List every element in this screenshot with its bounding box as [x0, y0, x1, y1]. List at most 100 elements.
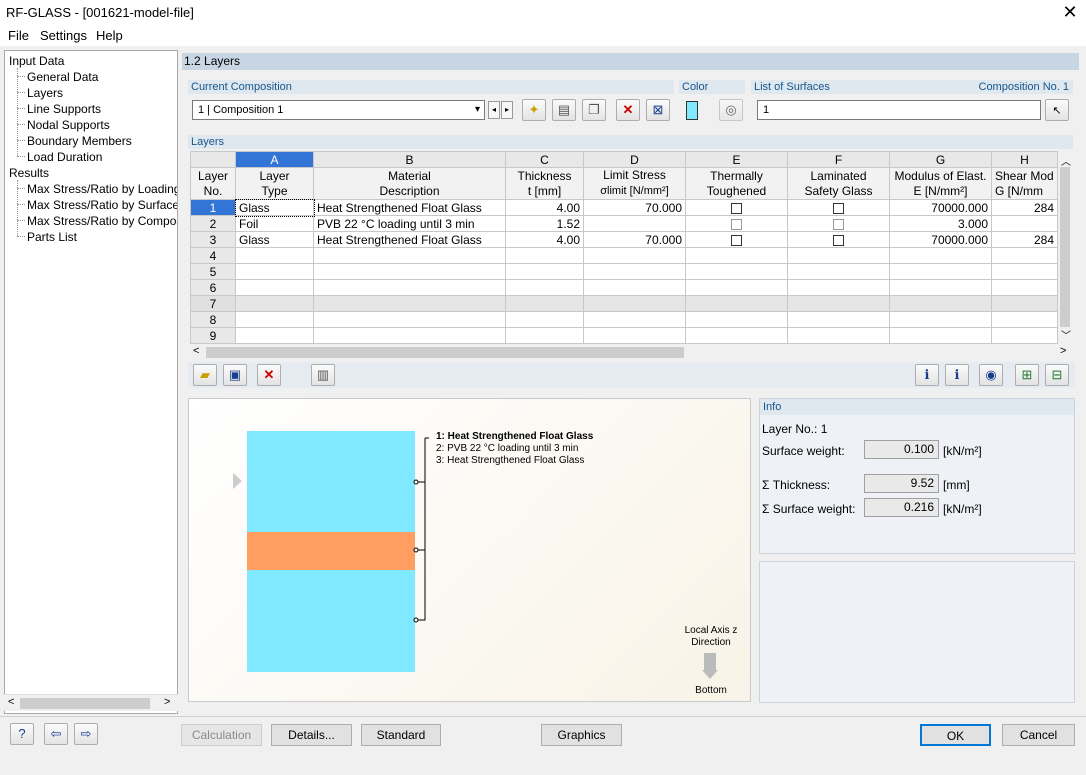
scroll-up-icon[interactable]: ︿: [1061, 153, 1071, 168]
cell-thickness[interactable]: 4.00: [505, 199, 584, 216]
cell-laminated[interactable]: [787, 295, 890, 312]
help-button[interactable]: ?: [10, 723, 34, 745]
cell-modulus[interactable]: 70000.000: [889, 231, 992, 248]
cell-modulus[interactable]: [889, 263, 992, 280]
next-composition-button[interactable]: ▸: [501, 101, 513, 119]
cell-modulus[interactable]: 3.000: [889, 215, 992, 232]
cell-thickness[interactable]: [505, 263, 584, 280]
pick-surfaces-button[interactable]: ↖: [1045, 99, 1069, 121]
color-swatch[interactable]: [686, 101, 698, 120]
tree-item-stress-surface[interactable]: Max Stress/Ratio by Surface: [27, 198, 177, 212]
cell-shear[interactable]: [991, 279, 1058, 296]
cell-thermally[interactable]: [685, 279, 788, 296]
scroll-left-icon[interactable]: <: [8, 696, 14, 708]
table-row[interactable]: 2 Foil PVB 22 °C loading until 3 min 1.52 3.…: [190, 215, 1058, 232]
cell-thermally[interactable]: [685, 215, 788, 232]
col-letter-b[interactable]: B: [313, 151, 506, 168]
prev-composition-button[interactable]: ◂: [488, 101, 500, 119]
cell-thermally[interactable]: [685, 327, 788, 344]
cell-type[interactable]: Glass: [235, 231, 314, 248]
calculation-button[interactable]: Calculation: [181, 724, 262, 746]
cell-thickness[interactable]: 4.00: [505, 231, 584, 248]
col-letter-e[interactable]: E: [685, 151, 788, 168]
checkbox[interactable]: [833, 218, 844, 230]
cell-thermally[interactable]: [685, 295, 788, 312]
cell-modulus[interactable]: [889, 311, 992, 328]
cell-laminated[interactable]: [787, 215, 890, 232]
delete-all-button[interactable]: ⊠: [646, 99, 670, 121]
tree-results[interactable]: Results: [9, 166, 49, 180]
cell-description[interactable]: [313, 295, 506, 312]
cell-shear[interactable]: [991, 327, 1058, 344]
cell-limit-stress[interactable]: [583, 263, 686, 280]
tree-horizontal-scrollbar[interactable]: < >: [4, 694, 178, 711]
cell-shear[interactable]: 284: [991, 231, 1058, 248]
details-button[interactable]: Details...: [271, 724, 352, 746]
scroll-thumb[interactable]: [20, 698, 150, 709]
tree-item-general-data[interactable]: General Data: [27, 70, 98, 84]
cell-thickness[interactable]: [505, 247, 584, 264]
col-letter-a[interactable]: A: [235, 151, 314, 168]
cell-type[interactable]: [235, 327, 314, 344]
table-row[interactable]: 4: [190, 247, 1058, 264]
cell-thermally[interactable]: [685, 231, 788, 248]
checkbox[interactable]: [833, 202, 844, 214]
hscroll-thumb[interactable]: [206, 347, 684, 358]
close-icon[interactable]: ✕: [1060, 2, 1080, 22]
tree-item-line-supports[interactable]: Line Supports: [27, 102, 101, 116]
cell-description[interactable]: [313, 279, 506, 296]
cell-shear[interactable]: [991, 263, 1058, 280]
cell-type[interactable]: [235, 247, 314, 264]
cell-type[interactable]: Glass: [234, 198, 315, 217]
vscroll-thumb[interactable]: [1060, 167, 1070, 327]
scroll-down-icon[interactable]: ﹀: [1061, 327, 1071, 342]
cell-type[interactable]: [235, 263, 314, 280]
tree-item-layers[interactable]: Layers: [27, 86, 63, 100]
cell-thickness[interactable]: [505, 295, 584, 312]
cell-limit-stress[interactable]: [583, 327, 686, 344]
cell-thermally[interactable]: [685, 199, 788, 216]
import-excel-button[interactable]: ⊟: [1045, 364, 1069, 386]
cell-shear[interactable]: [991, 311, 1058, 328]
cell-laminated[interactable]: [787, 279, 890, 296]
delete-row-button[interactable]: ✕: [257, 364, 281, 386]
cell-modulus[interactable]: [889, 295, 992, 312]
table-row[interactable]: 8: [190, 311, 1058, 328]
cell-description[interactable]: [313, 247, 506, 264]
open-library-button[interactable]: ▰: [193, 364, 217, 386]
cell-modulus[interactable]: [889, 247, 992, 264]
tree-item-boundary-members[interactable]: Boundary Members: [27, 134, 132, 148]
export-excel-button[interactable]: ⊞: [1015, 364, 1039, 386]
scroll-right-icon[interactable]: >: [164, 696, 170, 708]
view-button[interactable]: ◉: [979, 364, 1003, 386]
cell-laminated[interactable]: [787, 199, 890, 216]
checkbox[interactable]: [731, 234, 742, 246]
cell-thickness[interactable]: [505, 279, 584, 296]
table-row[interactable]: 7: [190, 295, 1058, 312]
checkbox[interactable]: [833, 234, 844, 246]
save-button[interactable]: ▣: [223, 364, 247, 386]
cell-type[interactable]: [235, 279, 314, 296]
delete-composition-button[interactable]: ✕: [616, 99, 640, 121]
cell-thickness[interactable]: 1.52: [505, 215, 584, 232]
cell-description[interactable]: Heat Strengthened Float Glass: [313, 199, 506, 216]
menu-settings[interactable]: Settings: [40, 28, 87, 43]
cell-laminated[interactable]: [787, 247, 890, 264]
cell-laminated[interactable]: [787, 327, 890, 344]
cell-thermally[interactable]: [685, 263, 788, 280]
material-library-button[interactable]: ▥: [311, 364, 335, 386]
cell-type[interactable]: [235, 311, 314, 328]
cell-thermally[interactable]: [685, 311, 788, 328]
tree-item-parts-list[interactable]: Parts List: [27, 230, 77, 244]
table-row[interactable]: 3 Glass Heat Strengthened Float Glass 4.00 7…: [190, 231, 1058, 248]
cell-limit-stress[interactable]: 70.000: [583, 231, 686, 248]
menu-help[interactable]: Help: [96, 28, 123, 43]
menu-file[interactable]: File: [8, 28, 29, 43]
col-letter-g[interactable]: G: [889, 151, 992, 168]
info-all-button[interactable]: ℹ: [945, 364, 969, 386]
table-row[interactable]: 5: [190, 263, 1058, 280]
col-letter-c[interactable]: C: [505, 151, 584, 168]
cell-modulus[interactable]: 70000.000: [889, 199, 992, 216]
cell-laminated[interactable]: [787, 263, 890, 280]
cell-shear[interactable]: [991, 295, 1058, 312]
